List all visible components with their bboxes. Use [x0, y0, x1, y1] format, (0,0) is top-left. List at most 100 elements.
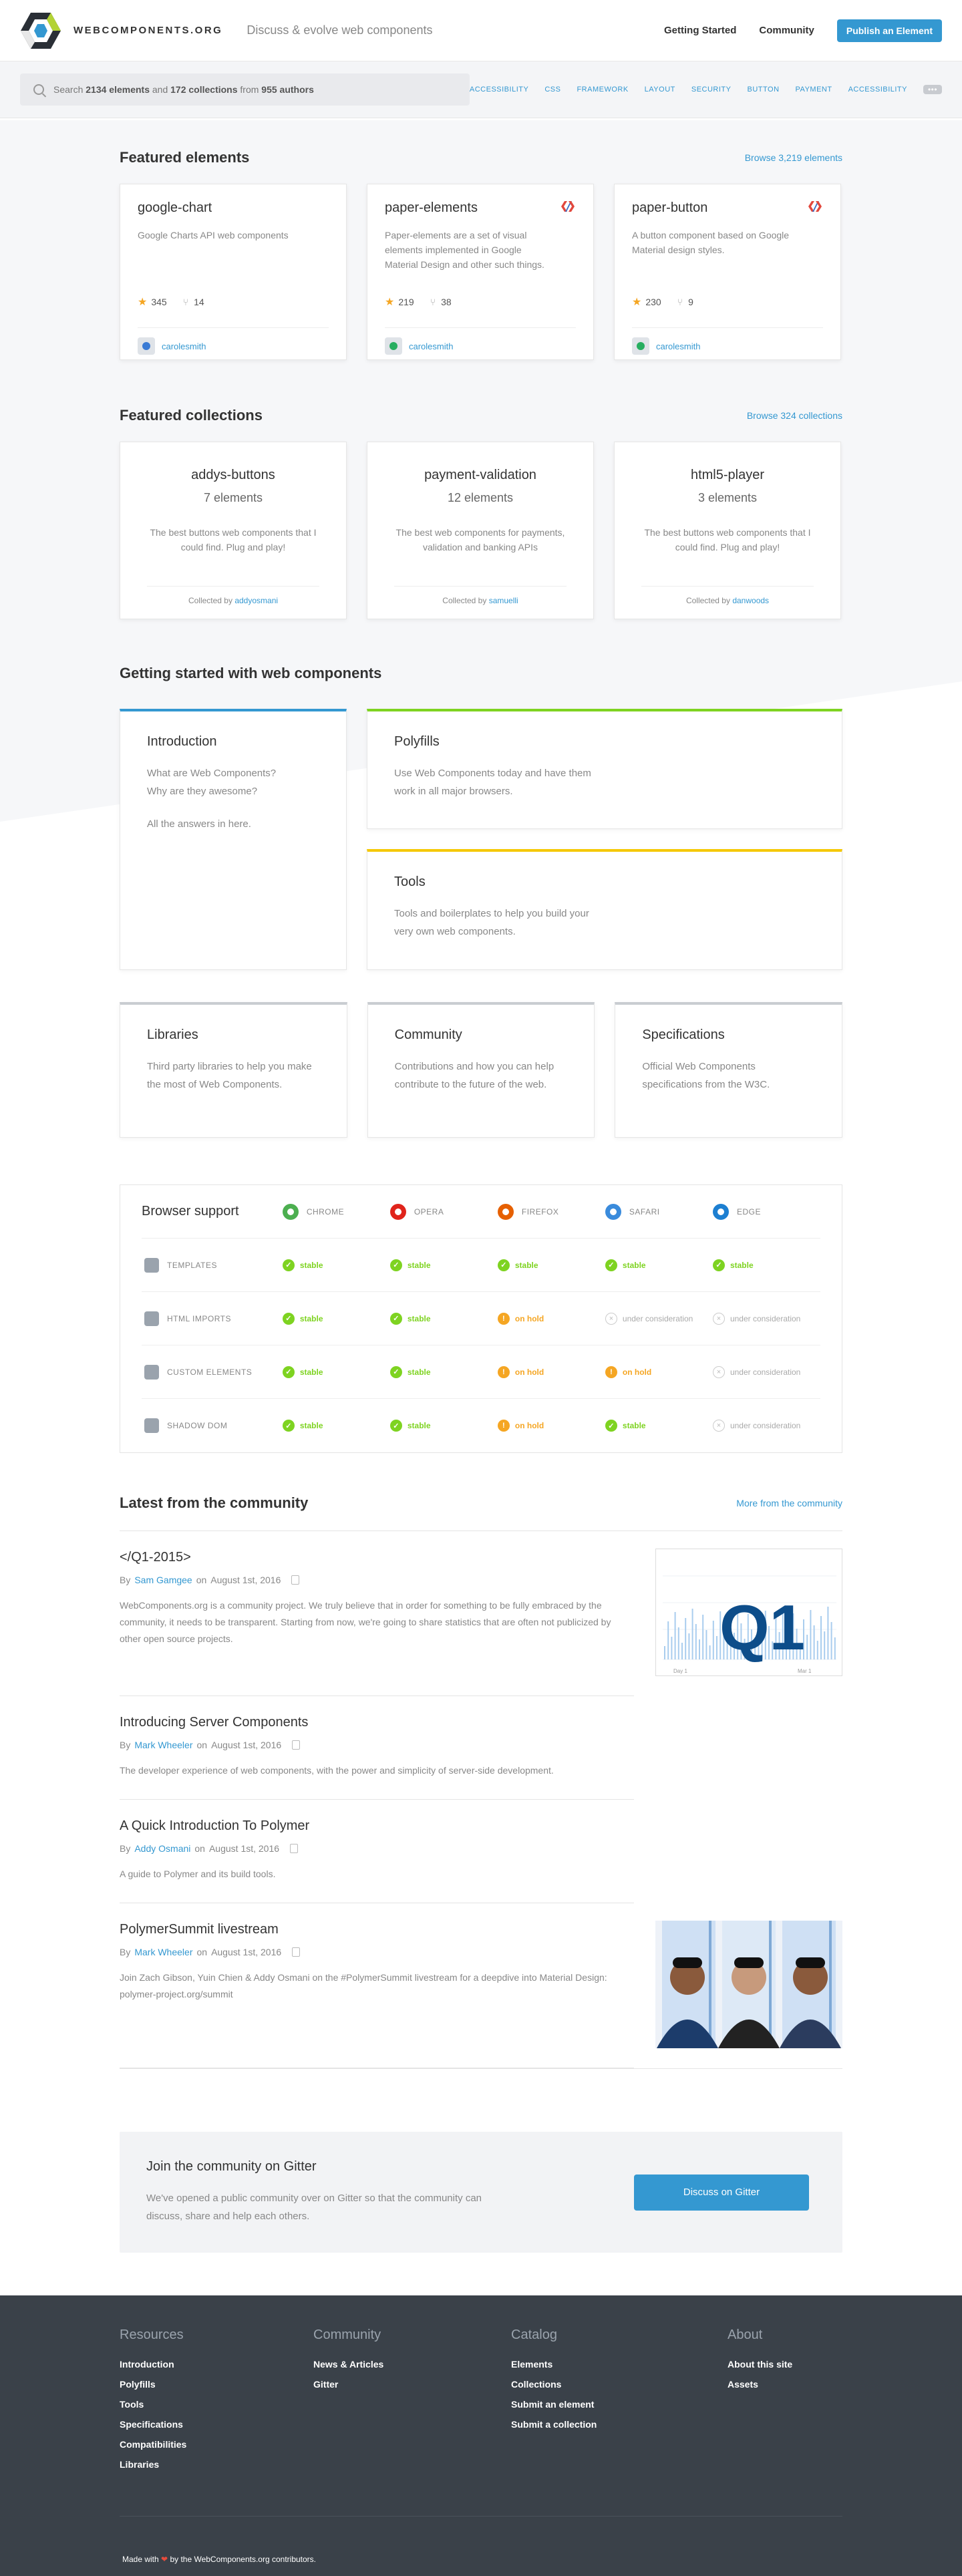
nav-getting-started[interactable]: Getting Started	[664, 25, 736, 36]
footer-link[interactable]: Submit a collection	[511, 2419, 597, 2430]
more-community-link[interactable]: More from the community	[736, 1498, 842, 1508]
post-date: August 1st, 2016	[210, 1575, 281, 1585]
card-introduction[interactable]: Introduction What are Web Components? Wh…	[120, 709, 347, 970]
publish-element-button[interactable]: Publish an Element	[836, 19, 942, 42]
card-tools[interactable]: Tools Tools and boilerplates to help you…	[367, 849, 842, 970]
element-author[interactable]: carolesmith	[138, 327, 329, 355]
forks-value: 38	[441, 297, 452, 307]
fork-icon: ⑂	[677, 297, 683, 307]
footer-link[interactable]: About this site	[728, 2359, 792, 2370]
element-author[interactable]: carolesmith	[385, 327, 576, 355]
footer-link[interactable]: News & Articles	[313, 2359, 383, 2370]
post-author[interactable]: Mark Wheeler	[134, 1947, 192, 1957]
card-specifications[interactable]: Specifications Official Web Components s…	[615, 1002, 843, 1138]
post-author[interactable]: Mark Wheeler	[134, 1740, 192, 1750]
nav-community[interactable]: Community	[759, 25, 814, 36]
footer-divider	[120, 2516, 842, 2517]
status-badge: ✓ stable	[282, 1312, 323, 1325]
search-input[interactable]: Search 2134 elements and 172 collections…	[20, 73, 470, 106]
tag-link[interactable]: ACCESSIBILITY	[848, 86, 907, 94]
collector-name[interactable]: samuelli	[489, 596, 518, 605]
collection-card[interactable]: html5-player 3 elements The best buttons w…	[614, 442, 841, 619]
post-author[interactable]: Sam Gamgee	[134, 1575, 192, 1585]
status-badge: × under consideration	[712, 1365, 800, 1378]
collection-name[interactable]: addys-buttons	[147, 468, 319, 483]
collector-name[interactable]: addyosmani	[234, 596, 278, 605]
footer-link[interactable]: Submit an element	[511, 2399, 597, 2410]
browse-elements-link[interactable]: Browse 3,219 elements	[745, 152, 842, 163]
tag-link[interactable]: SECURITY	[691, 86, 732, 94]
collected-by: Collected by danwoods	[641, 586, 814, 605]
status-label: stable	[299, 1367, 323, 1377]
post-meta: By Addy Osmani on August 1st, 2016	[120, 1843, 634, 1854]
tag-link[interactable]: CSS	[544, 86, 560, 94]
firefox-icon	[497, 1203, 514, 1220]
support-status: ✓ stable	[389, 1259, 498, 1271]
collection-name[interactable]: payment-validation	[394, 468, 567, 483]
footer-link[interactable]: Assets	[728, 2379, 792, 2390]
footer-link[interactable]: Elements	[511, 2359, 597, 2370]
collection-card[interactable]: payment-validation 12 elements The best we…	[367, 442, 594, 619]
footer-link[interactable]: Specifications	[120, 2419, 186, 2430]
post-author[interactable]: Addy Osmani	[134, 1843, 190, 1854]
opera-icon	[389, 1203, 406, 1220]
gitter-title: Join the community on Gitter	[146, 2159, 317, 2174]
status-cons-icon: ×	[712, 1365, 725, 1378]
element-card[interactable]: paper-elements Paper-elements are a set o…	[367, 184, 594, 360]
tag-link[interactable]: PAYMENT	[796, 86, 832, 94]
post-title[interactable]: </Q1-2015>	[120, 1550, 634, 1565]
collected-by: Collected by addyosmani	[147, 586, 319, 605]
tag-link[interactable]: BUTTON	[748, 86, 780, 94]
collection-name[interactable]: html5-player	[641, 468, 814, 483]
status-stable-icon: ✓	[605, 1259, 617, 1271]
post-excerpt: The developer experience of web componen…	[120, 1765, 554, 1776]
status-stable-icon: ✓	[389, 1365, 402, 1378]
card-community[interactable]: Community Contributions and how you can …	[367, 1002, 595, 1138]
footer-link[interactable]: Introduction	[120, 2359, 186, 2370]
edge-icon	[712, 1203, 729, 1220]
footer-link[interactable]: Collections	[511, 2379, 597, 2390]
status-badge: ! on hold	[497, 1420, 544, 1432]
discuss-on-gitter-button[interactable]: Discuss on Gitter	[634, 2174, 809, 2211]
more-tags-button[interactable]: •••	[923, 85, 942, 94]
tag-link[interactable]: LAYOUT	[645, 86, 675, 94]
collection-card[interactable]: addys-buttons 7 elements The best buttons …	[120, 442, 347, 619]
webcomponents-logo-icon	[21, 12, 61, 49]
status-badge: ✓ stable	[389, 1259, 431, 1271]
element-card[interactable]: paper-button A button component based on …	[614, 184, 841, 360]
footer-link[interactable]: Gitter	[313, 2379, 383, 2390]
element-card[interactable]: google-chart Google Charts API web compon…	[120, 184, 347, 360]
status-label: stable	[407, 1421, 431, 1430]
star-icon: ★	[138, 297, 148, 308]
card-polyfills[interactable]: Polyfills Use Web Components today and h…	[367, 709, 842, 829]
footer-column-title: Catalog	[511, 2327, 557, 2342]
author-name[interactable]: carolesmith	[656, 341, 700, 351]
collector-name[interactable]: danwoods	[732, 596, 769, 605]
browse-collections-link[interactable]: Browse 324 collections	[747, 410, 842, 421]
element-name[interactable]: google-chart	[138, 200, 329, 216]
post-excerpt: A guide to Polymer and its build tools.	[120, 1869, 276, 1879]
collected-by-label: Collected by	[442, 596, 487, 605]
element-name[interactable]: paper-elements	[385, 200, 576, 216]
footer-link[interactable]: Compatibilities	[120, 2439, 186, 2450]
card-libraries[interactable]: Libraries Third party libraries to help …	[120, 1002, 347, 1138]
logo[interactable]: WEBCOMPONENTS.ORG	[20, 11, 222, 50]
tag-link[interactable]: FRAMEWORK	[577, 86, 628, 94]
search-collection-count: 172 collections	[170, 84, 238, 95]
footer-link[interactable]: Polyfills	[120, 2379, 186, 2390]
post-title[interactable]: PolymerSummit livestream	[120, 1922, 634, 1937]
footer-link[interactable]: Libraries	[120, 2459, 186, 2470]
author-name[interactable]: carolesmith	[162, 341, 206, 351]
status-hold-icon: !	[497, 1365, 510, 1378]
post-thumbnail[interactable]: Q1 Day 1 Mar 1	[655, 1549, 842, 1676]
element-author[interactable]: carolesmith	[632, 327, 823, 355]
post-thumbnail[interactable]	[655, 1921, 842, 2048]
footer-link[interactable]: Tools	[120, 2399, 186, 2410]
post-title[interactable]: A Quick Introduction To Polymer	[120, 1818, 634, 1834]
post-title[interactable]: Introducing Server Components	[120, 1715, 634, 1730]
tag-link[interactable]: ACCESSIBILITY	[470, 86, 528, 94]
element-name[interactable]: paper-button	[632, 200, 823, 216]
author-name[interactable]: carolesmith	[409, 341, 453, 351]
post-body: </Q1-2015> By Sam Gamgee on August 1st, 2016…	[120, 1550, 634, 1676]
avatar	[385, 337, 402, 355]
